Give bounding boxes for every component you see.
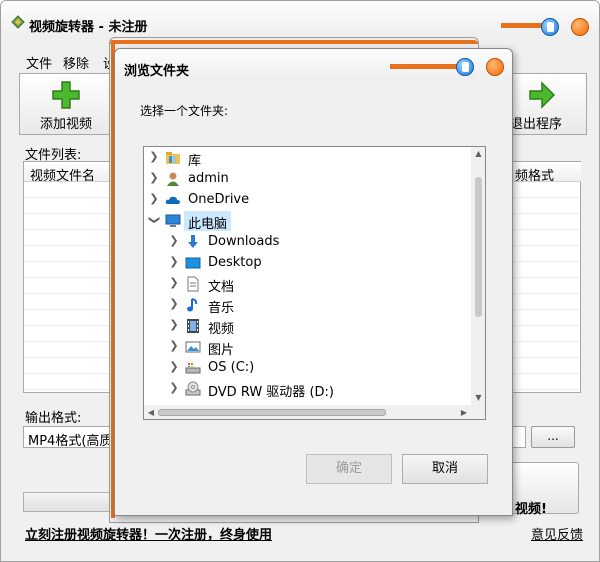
desktop-icon (185, 257, 201, 269)
exit-program-button[interactable]: 退出程序 (510, 80, 574, 132)
tree-item-label: OneDrive (188, 192, 250, 207)
dvd-drive-icon (185, 381, 201, 396)
app-logo-icon (11, 15, 25, 29)
tree-item-os-drive[interactable]: ❯ OS (C:) (144, 358, 471, 378)
progress-bar (23, 492, 113, 512)
tree-item-label: 库 (188, 154, 202, 169)
scroll-left-arrow-icon[interactable]: ◀ (144, 405, 158, 419)
download-arrow-icon (188, 235, 198, 248)
chevron-right-icon[interactable]: ❯ (168, 361, 180, 373)
tree-item-onedrive[interactable]: ❯ OneDrive (144, 190, 471, 210)
tree-item-videos[interactable]: ❯ 视频 (144, 316, 471, 338)
tree-item-label: admin (188, 171, 229, 186)
chevron-right-icon[interactable]: ❯ (148, 193, 160, 205)
main-titlebar[interactable]: 视频旋转器 - 未注册 (1, 1, 599, 39)
rotate-video-label: 视频! (515, 502, 547, 517)
scroll-corner (471, 405, 485, 419)
browse-folder-dialog: 浏览文件夹 选择一个文件夹: ❯ 库 ❯ admin ❯ OneDrive ❯ … (114, 48, 513, 516)
chevron-right-icon[interactable]: ❯ (168, 382, 180, 394)
tree-item-pictures[interactable]: ❯ 图片 (144, 337, 471, 359)
shirt-icon (547, 22, 554, 32)
os-drive-icon (185, 363, 201, 374)
chevron-right-icon[interactable]: ❯ (168, 298, 180, 310)
computer-icon (165, 214, 181, 227)
tree-item-library[interactable]: ❯ 库 (144, 148, 471, 170)
horizontal-scrollbar[interactable]: ◀ ▶ (144, 405, 471, 419)
chevron-down-icon[interactable]: ❯ (148, 214, 161, 226)
chevron-right-icon[interactable]: ❯ (168, 340, 180, 352)
tree-item-downloads[interactable]: ❯ Downloads (144, 232, 471, 252)
skin-button[interactable] (541, 18, 559, 36)
scroll-right-arrow-icon[interactable]: ▶ (457, 405, 471, 419)
document-icon (187, 276, 199, 292)
tree-item-label: 此电脑 (184, 211, 232, 232)
vertical-scroll-thumb[interactable] (475, 177, 482, 317)
rotate-video-button[interactable]: 视频! (506, 462, 579, 517)
output-format-select[interactable]: MP4格式(高质量 (23, 426, 115, 448)
film-icon (187, 319, 199, 333)
register-link[interactable]: 立刻注册视频旋转器！一次注册，终身使用 (25, 524, 272, 543)
folder-tree[interactable]: ❯ 库 ❯ admin ❯ OneDrive ❯ 此电脑 ❯ Downloads… (143, 146, 486, 420)
library-folder-icon (166, 152, 180, 164)
tree-item-admin[interactable]: ❯ admin (144, 169, 471, 189)
title-accent-line (501, 23, 546, 28)
tree-item-label: DVD RW 驱动器 (D:) (208, 385, 334, 400)
chevron-right-icon[interactable]: ❯ (168, 319, 180, 331)
tree-item-dvd-drive[interactable]: ❯ DVD RW 驱动器 (D:) (144, 379, 471, 400)
tree-item-label: 文档 (208, 280, 235, 295)
menu-remove[interactable]: 移除 (63, 53, 89, 72)
background-window-accent (110, 40, 478, 44)
chevron-right-icon[interactable]: ❯ (148, 172, 160, 184)
chevron-right-icon[interactable]: ❯ (168, 277, 180, 289)
tree-item-label: 视频 (208, 322, 235, 337)
cloud-icon (165, 196, 180, 204)
horizontal-scroll-thumb[interactable] (158, 409, 386, 416)
dialog-title-accent (390, 64, 460, 69)
close-button[interactable] (571, 18, 589, 36)
tree-item-documents[interactable]: ❯ 文档 (144, 274, 471, 295)
tree-item-label: OS (C:) (208, 360, 255, 375)
dialog-prompt: 选择一个文件夹: (140, 104, 229, 118)
arrow-right-icon (529, 81, 556, 109)
tree-item-label: 图片 (208, 343, 235, 358)
dialog-skin-button[interactable] (456, 58, 474, 76)
output-format-label: 输出格式: (25, 411, 82, 426)
feedback-link[interactable]: 意见反馈 (531, 524, 583, 543)
vertical-scrollbar[interactable]: ▲ ▼ (471, 147, 485, 405)
column-header-format[interactable]: 频格式 (509, 162, 581, 182)
tree-item-music[interactable]: ❯ 音乐 (144, 295, 471, 317)
dialog-titlebar[interactable]: 浏览文件夹 (115, 49, 512, 79)
tree-item-label: Desktop (208, 255, 262, 270)
plus-icon (52, 81, 80, 109)
chevron-right-icon[interactable]: ❯ (168, 256, 180, 268)
chevron-right-icon[interactable]: ❯ (148, 151, 160, 163)
shirt-icon (462, 62, 469, 72)
tree-item-this-pc[interactable]: ❯ 此电脑 (144, 211, 471, 232)
tree-item-desktop[interactable]: ❯ Desktop (144, 253, 471, 273)
browse-button[interactable]: ... (531, 426, 575, 448)
add-video-button[interactable]: 添加视频 (34, 80, 98, 132)
cancel-button[interactable]: 取消 (402, 454, 488, 484)
picture-icon (185, 341, 201, 353)
tree-item-label: Downloads (208, 234, 280, 249)
user-icon (167, 172, 179, 186)
main-window-title: 视频旋转器 - 未注册 (29, 20, 148, 35)
tree-item-label: 音乐 (208, 301, 235, 316)
ok-button[interactable]: 确定 (306, 454, 392, 484)
music-note-icon (187, 298, 198, 312)
menu-file[interactable]: 文件 (26, 53, 52, 72)
add-video-label: 添加视频 (39, 117, 92, 132)
scroll-down-arrow-icon[interactable]: ▼ (471, 391, 485, 405)
dialog-close-button[interactable] (486, 58, 504, 76)
dialog-title: 浏览文件夹 (124, 64, 190, 79)
chevron-right-icon[interactable]: ❯ (168, 235, 180, 247)
scroll-up-arrow-icon[interactable]: ▲ (471, 147, 485, 161)
